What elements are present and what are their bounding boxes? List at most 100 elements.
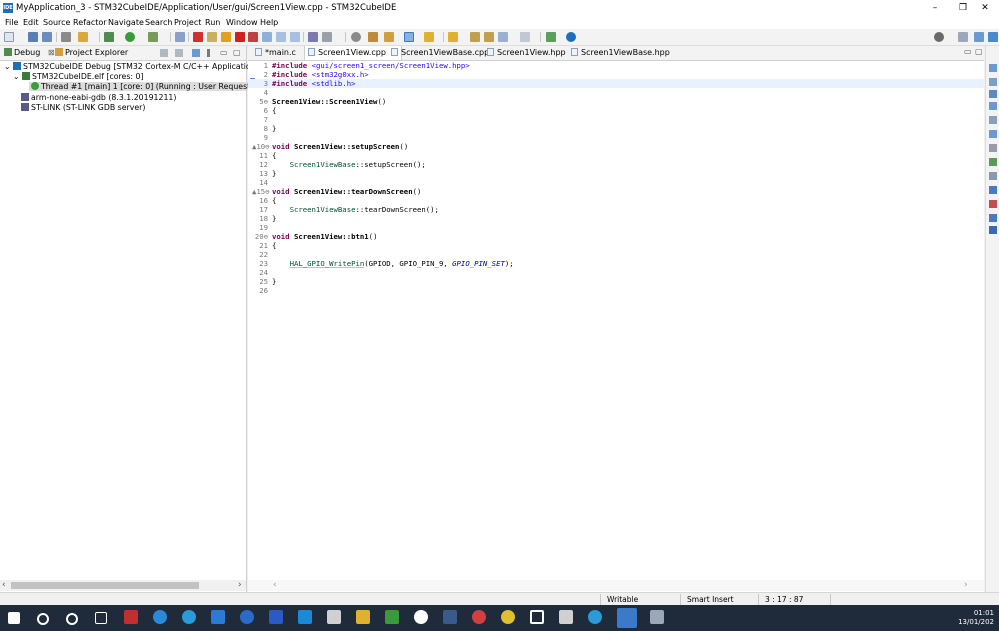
code-line[interactable]: 17 Screen1ViewBase::tearDownScreen();	[248, 205, 984, 214]
menu-search[interactable]: Search	[145, 18, 172, 27]
variables-icon[interactable]	[989, 78, 997, 86]
code-line[interactable]: 3 #include <stdlib.h>	[248, 79, 984, 88]
c-cpp-perspective-icon[interactable]	[958, 32, 968, 42]
restart-icon[interactable]	[322, 32, 332, 42]
scroll-left-arrow[interactable]: ‹	[273, 580, 277, 590]
task-view-icon[interactable]	[95, 612, 107, 624]
tab-project-explorer[interactable]: Project Explorer	[55, 48, 128, 57]
code-line[interactable]: 25}	[248, 277, 984, 286]
instruction-stepping-icon[interactable]	[308, 32, 318, 42]
minimize-button[interactable]: –	[920, 2, 950, 15]
new-file-icon[interactable]	[4, 32, 14, 42]
app-icon-8[interactable]	[443, 610, 457, 624]
code-line[interactable]: 6{	[248, 106, 984, 115]
scroll-left-arrow[interactable]: ‹	[2, 580, 6, 590]
external-tools-icon[interactable]	[148, 32, 158, 42]
tree-item-launch[interactable]: ⌄ STM32CubeIDE Debug [STM32 Cortex-M C/C…	[4, 62, 259, 71]
device-perspective-icon[interactable]	[988, 32, 998, 42]
code-line[interactable]: 5⊖ Screen1View::Screen1View()	[248, 97, 984, 106]
code-line[interactable]: 26	[248, 286, 984, 295]
reset-icon[interactable]	[193, 32, 203, 42]
app-icon-1[interactable]	[124, 610, 138, 624]
menu-run[interactable]: Run	[205, 18, 220, 27]
back-icon[interactable]	[498, 32, 508, 42]
expressions-icon[interactable]	[989, 102, 997, 110]
edge-beta-icon[interactable]	[182, 610, 196, 624]
step-filters-icon[interactable]	[192, 49, 200, 57]
tab-debug[interactable]: Debug ⊠	[4, 48, 55, 57]
code-line[interactable]: 20⊖ void Screen1View::btn1()	[248, 232, 984, 241]
tree-item-thread[interactable]: Thread #1 [main] 1 [core: 0] (Running : …	[29, 82, 256, 91]
menu-help[interactable]: Help	[260, 18, 278, 27]
close-icon[interactable]: ⊠	[48, 48, 55, 57]
code-line[interactable]: 18}	[248, 214, 984, 223]
step-return-icon[interactable]	[290, 32, 300, 42]
disconnect-icon[interactable]	[248, 32, 258, 42]
code-line[interactable]: 7	[248, 115, 984, 124]
code-line[interactable]: ▲10⊖ void Screen1View::setupScreen()	[248, 142, 984, 151]
menu-navigate[interactable]: Navigate	[108, 18, 144, 27]
code-line[interactable]: 2 #include <stm32g0xx.h>	[248, 70, 984, 79]
debug-perspective-icon[interactable]	[974, 32, 984, 42]
minimize-view-icon[interactable]: ▭	[964, 47, 972, 56]
app-icon-10[interactable]	[530, 610, 544, 624]
fault-analyzer-icon[interactable]	[989, 200, 997, 208]
collapse-all-icon[interactable]	[160, 49, 168, 57]
store-icon[interactable]	[559, 610, 573, 624]
skip-breakpoints-icon[interactable]	[175, 32, 185, 42]
tab-main-c[interactable]: *main.c	[252, 46, 299, 60]
print-icon[interactable]	[61, 32, 71, 42]
terminate-icon[interactable]	[235, 32, 245, 42]
chrome-icon[interactable]	[472, 610, 486, 624]
code-line[interactable]: 1 #include <gui/screen1_screen/Screen1Vie…	[248, 61, 984, 70]
close-button[interactable]: ✕	[970, 2, 999, 15]
step-over-icon[interactable]	[276, 32, 286, 42]
static-stack-icon[interactable]	[989, 226, 997, 234]
save-icon[interactable]	[28, 32, 38, 42]
memory-icon[interactable]	[989, 186, 997, 194]
tab-screen1viewbase-cpp[interactable]: Screen1ViewBase.cpp	[388, 46, 492, 60]
app-icon-4[interactable]	[298, 610, 312, 624]
prev-annotation-icon[interactable]	[448, 32, 458, 42]
menu-window[interactable]: Window	[226, 18, 258, 27]
code-line[interactable]: 8}	[248, 124, 984, 133]
scroll-right-arrow[interactable]: ›	[238, 580, 242, 590]
remove-terminated-icon[interactable]	[175, 49, 183, 57]
edge-icon[interactable]	[153, 610, 167, 624]
console-icon[interactable]	[989, 158, 997, 166]
tree-item-stlink[interactable]: ST-LINK (ST-LINK GDB server)	[21, 103, 145, 112]
app-icon-7[interactable]	[414, 610, 428, 624]
problems-icon[interactable]	[989, 172, 997, 180]
view-menu-icon[interactable]	[207, 49, 210, 57]
task-icon[interactable]	[384, 32, 394, 42]
code-line[interactable]: 4	[248, 88, 984, 97]
open-type-icon[interactable]	[368, 32, 378, 42]
search-icon[interactable]	[37, 613, 49, 625]
maximize-view-icon[interactable]: ▢	[975, 47, 983, 56]
tree-item-gdb[interactable]: arm-none-eabi-gdb (8.3.1.20191211)	[21, 93, 176, 102]
open-perspective-icon[interactable]	[546, 32, 556, 42]
search-icon[interactable]	[934, 32, 944, 42]
history-icon[interactable]	[484, 32, 494, 42]
code-line[interactable]: 13}	[248, 169, 984, 178]
device-config-icon[interactable]	[351, 32, 361, 42]
code-line[interactable]: 16 {	[248, 196, 984, 205]
maximize-view-icon[interactable]: ▢	[233, 48, 241, 57]
stm32cubeide-taskbar-icon[interactable]	[617, 608, 637, 628]
registers-icon[interactable]	[989, 116, 997, 124]
code-line[interactable]: ▲15⊖ void Screen1View::tearDownScreen()	[248, 187, 984, 196]
app-icon-2[interactable]	[240, 610, 254, 624]
build-icon[interactable]	[78, 32, 88, 42]
menu-file[interactable]: File	[5, 18, 18, 27]
info-icon[interactable]	[566, 32, 576, 42]
app-icon-6[interactable]	[385, 610, 399, 624]
next-annotation-icon[interactable]	[424, 32, 434, 42]
tree-item-elf[interactable]: ⌄ STM32CubeIDE.elf [cores: 0]	[13, 72, 144, 81]
code-line[interactable]: 24	[248, 268, 984, 277]
system-clock[interactable]: 01:01 13/01/202	[958, 609, 994, 627]
code-line[interactable]: 19	[248, 223, 984, 232]
code-line[interactable]: 22	[248, 250, 984, 259]
app-icon-9[interactable]	[501, 610, 515, 624]
menu-edit[interactable]: Edit	[23, 18, 39, 27]
code-line[interactable]: 11 {	[248, 151, 984, 160]
